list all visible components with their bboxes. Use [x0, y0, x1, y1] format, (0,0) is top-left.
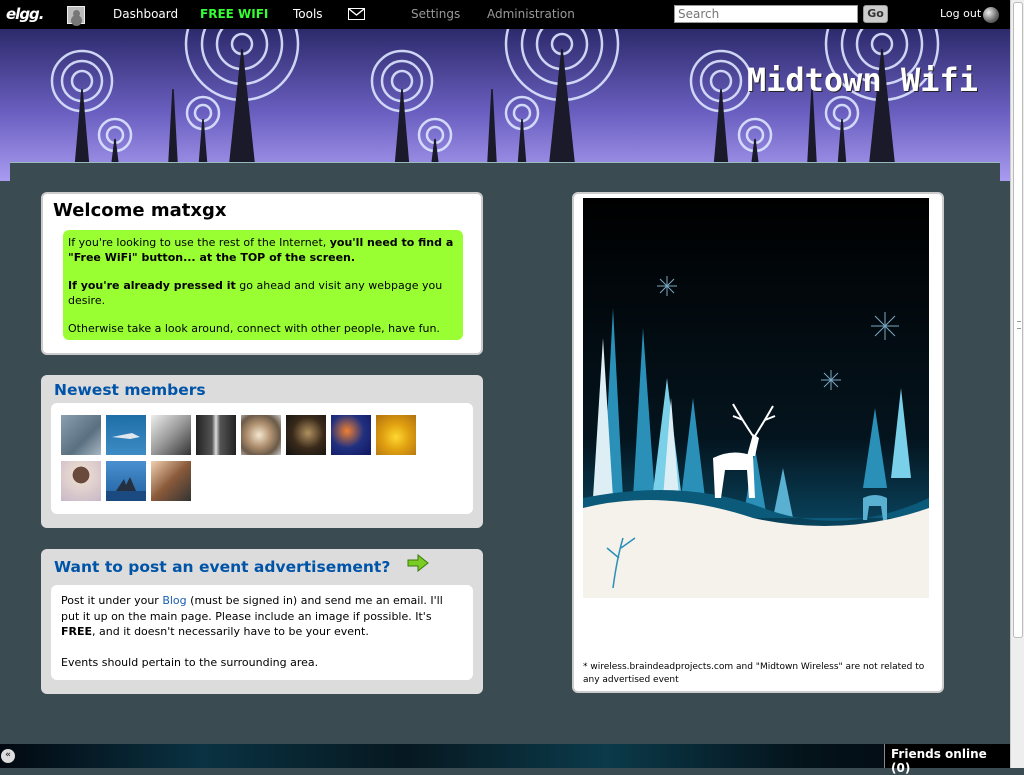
newest-members-panel: Newest members	[41, 375, 483, 528]
welcome-title: Welcome matxgx	[53, 200, 227, 221]
winter-deer-ad-image[interactable]	[583, 198, 929, 598]
newest-members-title: Newest members	[54, 381, 206, 399]
search-go-button[interactable]: Go	[863, 5, 888, 23]
event-ad-title[interactable]: Want to post an event advertisement?	[54, 558, 390, 576]
friends-online-button[interactable]: Friends online (0)	[884, 744, 1010, 775]
member-avatar[interactable]	[151, 461, 191, 501]
ad-disclaimer: * wireless.braindeadprojects.com and "Mi…	[583, 662, 925, 685]
member-avatar[interactable]	[61, 415, 101, 455]
advertisement-panel: * wireless.braindeadprojects.com and "Mi…	[572, 192, 944, 693]
logout-link[interactable]: Log out	[940, 7, 981, 20]
member-avatar[interactable]	[331, 415, 371, 455]
bottom-toolbar: « Friends online (0)	[0, 744, 1010, 775]
event-ad-panel: Want to post an event advertisement? Pos…	[41, 549, 483, 694]
event-ad-text: Post it under your	[61, 594, 163, 607]
member-avatar[interactable]	[61, 461, 101, 501]
event-ad-paragraph-2: Events should pertain to the surrounding…	[61, 655, 319, 669]
site-title[interactable]: Midtown Wifi	[747, 61, 978, 99]
scrollbar-thumb[interactable]	[1013, 2, 1023, 638]
nav-free-wifi[interactable]: FREE WIFI	[200, 7, 268, 21]
member-avatar[interactable]	[106, 461, 146, 501]
welcome-panel: Welcome matxgx If you're looking to use …	[41, 192, 483, 355]
nav-tools[interactable]: Tools	[293, 7, 323, 21]
member-avatar[interactable]	[196, 415, 236, 455]
event-ad-body: Post it under your Blog (must be signed …	[51, 585, 473, 680]
top-toolbar: elgg. Dashboard FREE WIFI Tools Settings…	[0, 0, 1010, 29]
event-ad-paragraph-1: Post it under your Blog (must be signed …	[61, 593, 463, 640]
welcome-line-2-bold: If you're already pressed it	[68, 279, 236, 292]
nav-administration[interactable]: Administration	[487, 7, 575, 21]
envelope-icon[interactable]	[348, 8, 365, 20]
collapse-icon[interactable]: «	[1, 749, 15, 763]
arrow-right-icon[interactable]	[407, 554, 429, 572]
welcome-line-1-text: If you're looking to use the rest of the…	[68, 236, 330, 249]
header-banner: Midtown Wifi	[0, 29, 1010, 181]
member-avatar[interactable]	[376, 415, 416, 455]
nav-dashboard[interactable]: Dashboard	[113, 7, 178, 21]
member-avatar[interactable]	[241, 415, 281, 455]
nav-settings[interactable]: Settings	[411, 7, 460, 21]
member-avatar[interactable]	[151, 415, 191, 455]
member-avatar[interactable]	[286, 415, 326, 455]
newest-members-grid	[51, 403, 473, 514]
welcome-line-1: If you're looking to use the rest of the…	[68, 236, 457, 265]
event-ad-text: , and it doesn't necessarily have to be …	[92, 625, 369, 638]
member-avatar[interactable]	[106, 415, 146, 455]
vertical-scrollbar[interactable]	[1010, 0, 1024, 768]
welcome-line-3: Otherwise take a look around, connect wi…	[68, 322, 440, 335]
elgg-logo[interactable]: elgg.	[6, 5, 44, 23]
scrollbar-grip	[1017, 321, 1021, 329]
blog-link[interactable]: Blog	[162, 594, 186, 607]
radio-towers-graphic	[50, 29, 940, 181]
event-ad-free: FREE	[61, 625, 93, 638]
power-orb-icon[interactable]	[983, 7, 999, 23]
welcome-message: If you're looking to use the rest of the…	[63, 230, 463, 340]
welcome-line-2: If you're already pressed it go ahead an…	[68, 279, 457, 308]
search-input[interactable]	[674, 5, 858, 23]
user-avatar-icon[interactable]	[67, 6, 85, 24]
